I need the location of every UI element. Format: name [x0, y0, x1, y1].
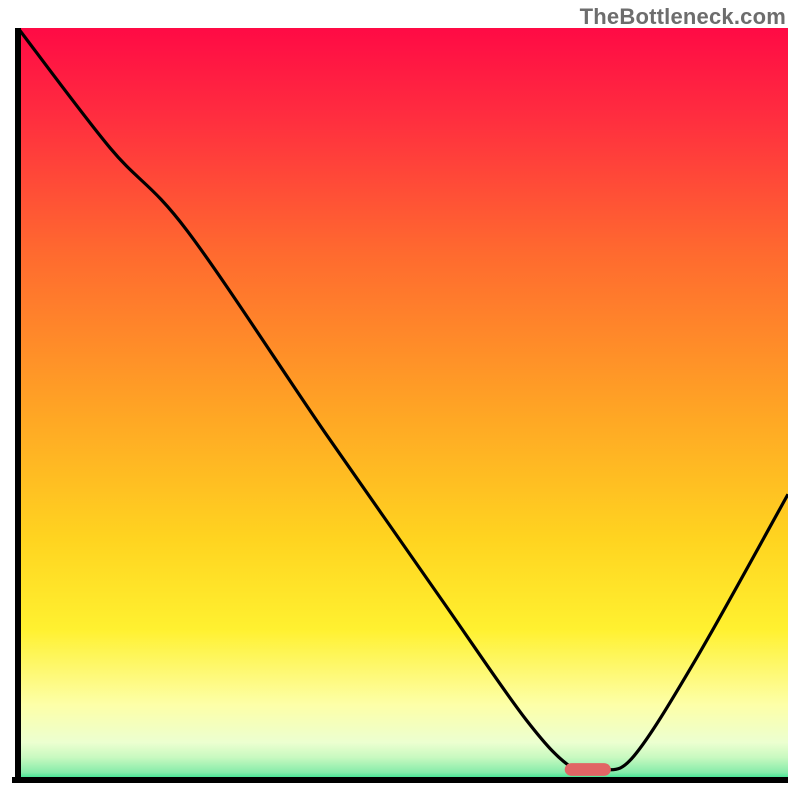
chart-container: TheBottleneck.com	[0, 0, 800, 800]
watermark-text: TheBottleneck.com	[580, 4, 786, 30]
plot-frame	[12, 28, 788, 786]
minimum-marker-pill	[565, 763, 611, 776]
gradient-background	[18, 28, 788, 780]
chart-svg	[12, 28, 788, 786]
